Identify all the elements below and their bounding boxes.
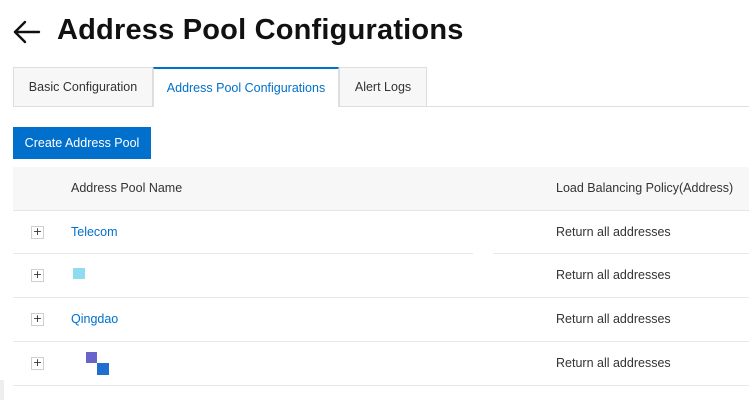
table-row: + Return all addresses xyxy=(13,254,749,298)
pool-policy: Return all addresses xyxy=(556,225,671,239)
page-header: Address Pool Configurations xyxy=(0,0,749,66)
tab-bar-divider xyxy=(13,106,749,107)
column-header-policy: Load Balancing Policy(Address) xyxy=(556,181,734,195)
page-title: Address Pool Configurations xyxy=(57,14,464,46)
arrow-left-icon xyxy=(13,20,41,44)
pool-policy: Return all addresses xyxy=(556,312,671,326)
column-header-name: Address Pool Name xyxy=(71,181,183,195)
create-address-pool-button[interactable]: Create Address Pool xyxy=(13,127,151,159)
pool-name-link[interactable]: Telecom xyxy=(71,225,118,239)
expand-row-button[interactable]: + xyxy=(31,269,44,282)
address-pool-table: Address Pool Name Load Balancing Policy(… xyxy=(13,167,749,386)
edge-shadow xyxy=(0,380,4,400)
tab-basic-configuration[interactable]: Basic Configuration xyxy=(13,67,153,106)
table-row: + Telecom Return all addresses xyxy=(13,211,749,254)
pool-policy: Return all addresses xyxy=(556,268,671,282)
expand-row-button[interactable]: + xyxy=(31,313,44,326)
tab-alert-logs[interactable]: Alert Logs xyxy=(339,67,427,106)
back-button[interactable] xyxy=(12,17,42,47)
pool-policy: Return all addresses xyxy=(556,356,671,370)
redacted-name-block xyxy=(86,352,97,363)
tab-address-pool-configurations[interactable]: Address Pool Configurations xyxy=(153,67,339,107)
redacted-name-block xyxy=(73,268,85,279)
table-row: + Qingdao Return all addresses xyxy=(13,298,749,342)
tab-bar: Basic Configuration Address Pool Configu… xyxy=(13,67,749,107)
expand-row-button[interactable]: + xyxy=(31,226,44,239)
table-row: + Return all addresses xyxy=(13,342,749,386)
redacted-name-block xyxy=(97,363,109,375)
table-header: Address Pool Name Load Balancing Policy(… xyxy=(13,167,749,211)
expand-row-button[interactable]: + xyxy=(31,357,44,370)
page: Address Pool Configurations Basic Config… xyxy=(0,0,749,400)
pool-name-link[interactable]: Qingdao xyxy=(71,312,118,326)
